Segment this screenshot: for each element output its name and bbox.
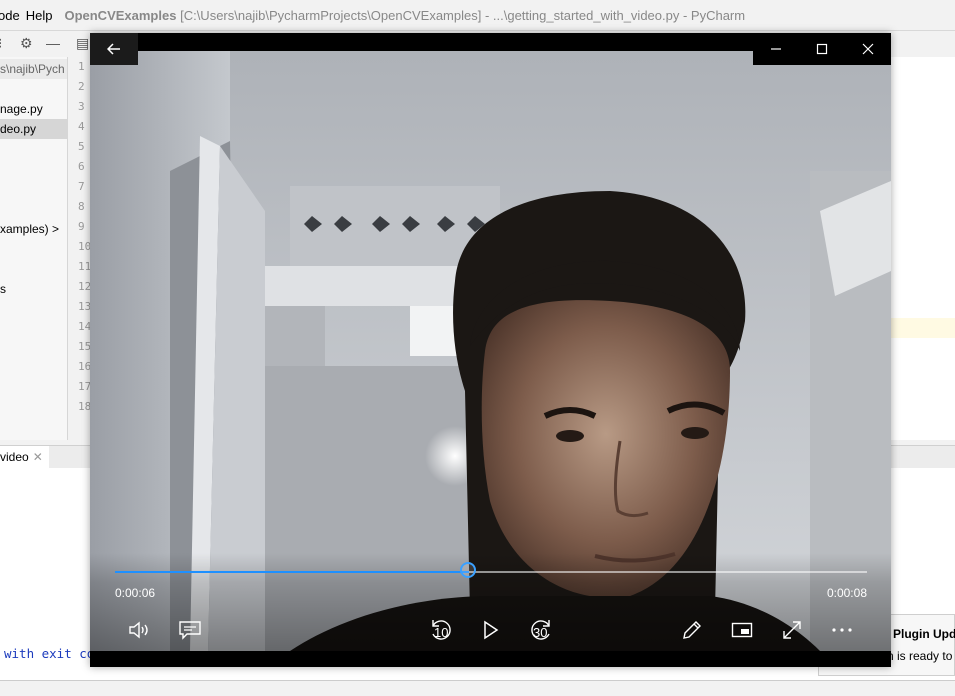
seek-thumb[interactable] <box>460 562 476 578</box>
project-file-video[interactable]: deo.py <box>0 119 67 139</box>
fullscreen-button[interactable] <box>774 615 810 645</box>
skip-forward-button[interactable]: 30 <box>523 615 559 645</box>
video-player-window[interactable]: 0:00:06 0:00:08 10 30 <box>90 33 891 667</box>
notification-title: Plugin Upda <box>893 627 955 641</box>
more-button[interactable] <box>824 615 860 645</box>
line-number: 5 <box>78 140 85 153</box>
console-exit-line: with exit co <box>4 646 95 661</box>
ide-statusbar <box>0 680 955 696</box>
close-icon[interactable]: ✕ <box>33 450 43 464</box>
maximize-icon[interactable] <box>799 33 845 65</box>
seek-bar[interactable] <box>115 562 867 578</box>
notification-body: n is ready to <box>887 649 953 663</box>
more-icon <box>832 628 852 632</box>
skip-forward-label: 30 <box>533 625 548 640</box>
file-tab-icon[interactable]: ▤ <box>76 35 89 52</box>
line-number: 2 <box>78 80 85 93</box>
project-file-image[interactable]: nage.py <box>0 99 43 119</box>
ide-title-project: OpenCVExamples <box>64 7 177 23</box>
skip-back-button[interactable]: 10 <box>423 615 459 645</box>
play-button[interactable] <box>473 615 509 645</box>
line-number: 6 <box>78 160 85 173</box>
play-icon <box>484 620 499 640</box>
menu-code[interactable]: ode <box>0 8 26 23</box>
seek-bar-progress <box>115 571 469 573</box>
volume-icon <box>129 621 148 639</box>
close-icon[interactable] <box>845 33 891 65</box>
run-tab-label: video <box>0 450 29 464</box>
subtitles-icon <box>179 621 201 640</box>
editor-area[interactable] <box>890 57 955 440</box>
line-number: 3 <box>78 100 85 113</box>
player-bottom-border <box>90 651 891 667</box>
line-number: 4 <box>78 120 85 133</box>
minimize-icon[interactable] <box>753 33 799 65</box>
mini-view-button[interactable] <box>724 615 760 645</box>
gear-icon[interactable]: ⚙ <box>20 35 33 52</box>
line-number: 7 <box>78 180 85 193</box>
menu-help[interactable]: Help <box>26 8 59 23</box>
hide-panel-icon[interactable]: — <box>46 35 60 51</box>
player-titlebar <box>90 33 891 65</box>
pen-icon <box>683 621 701 639</box>
total-time: 0:00:08 <box>826 586 867 600</box>
ide-window-title: OpenCVExamples [C:\Users\najib\PycharmPr… <box>64 8 745 23</box>
current-time: 0:00:06 <box>115 586 156 600</box>
window-controls <box>753 33 891 65</box>
project-scratches[interactable]: s <box>0 279 6 299</box>
project-path: s\najib\Pych <box>0 59 67 79</box>
fullscreen-icon <box>783 621 801 639</box>
ide-title-path: [C:\Users\najib\PycharmProjects\OpenCVEx… <box>180 7 746 23</box>
mini-view-icon <box>731 622 753 638</box>
line-number: 1 <box>78 60 85 73</box>
line-gutter: 1 2 3 4 5 6 7 8 9 10 11 12 13 14 15 16 17 18 <box>68 57 92 440</box>
current-line-highlight <box>890 318 955 338</box>
playback-controls: 0:00:06 0:00:08 10 30 <box>90 553 891 651</box>
subtitles-button[interactable] <box>172 615 208 645</box>
toolbar-edge-icon[interactable]: ⁝ <box>0 35 2 52</box>
volume-button[interactable] <box>122 615 158 645</box>
project-external-libs[interactable]: xamples) > <box>0 219 59 239</box>
run-tab-video[interactable]: video ✕ <box>0 446 49 468</box>
edit-button[interactable] <box>674 615 710 645</box>
line-number: 9 <box>78 220 85 233</box>
project-tree: s\najib\Pych nage.py deo.py xamples) > s <box>0 57 68 440</box>
ide-menubar: ode Help OpenCVExamples [C:\Users\najib\… <box>0 0 955 31</box>
skip-back-label: 10 <box>434 625 449 640</box>
back-arrow-icon[interactable] <box>90 33 138 65</box>
line-number: 8 <box>78 200 85 213</box>
